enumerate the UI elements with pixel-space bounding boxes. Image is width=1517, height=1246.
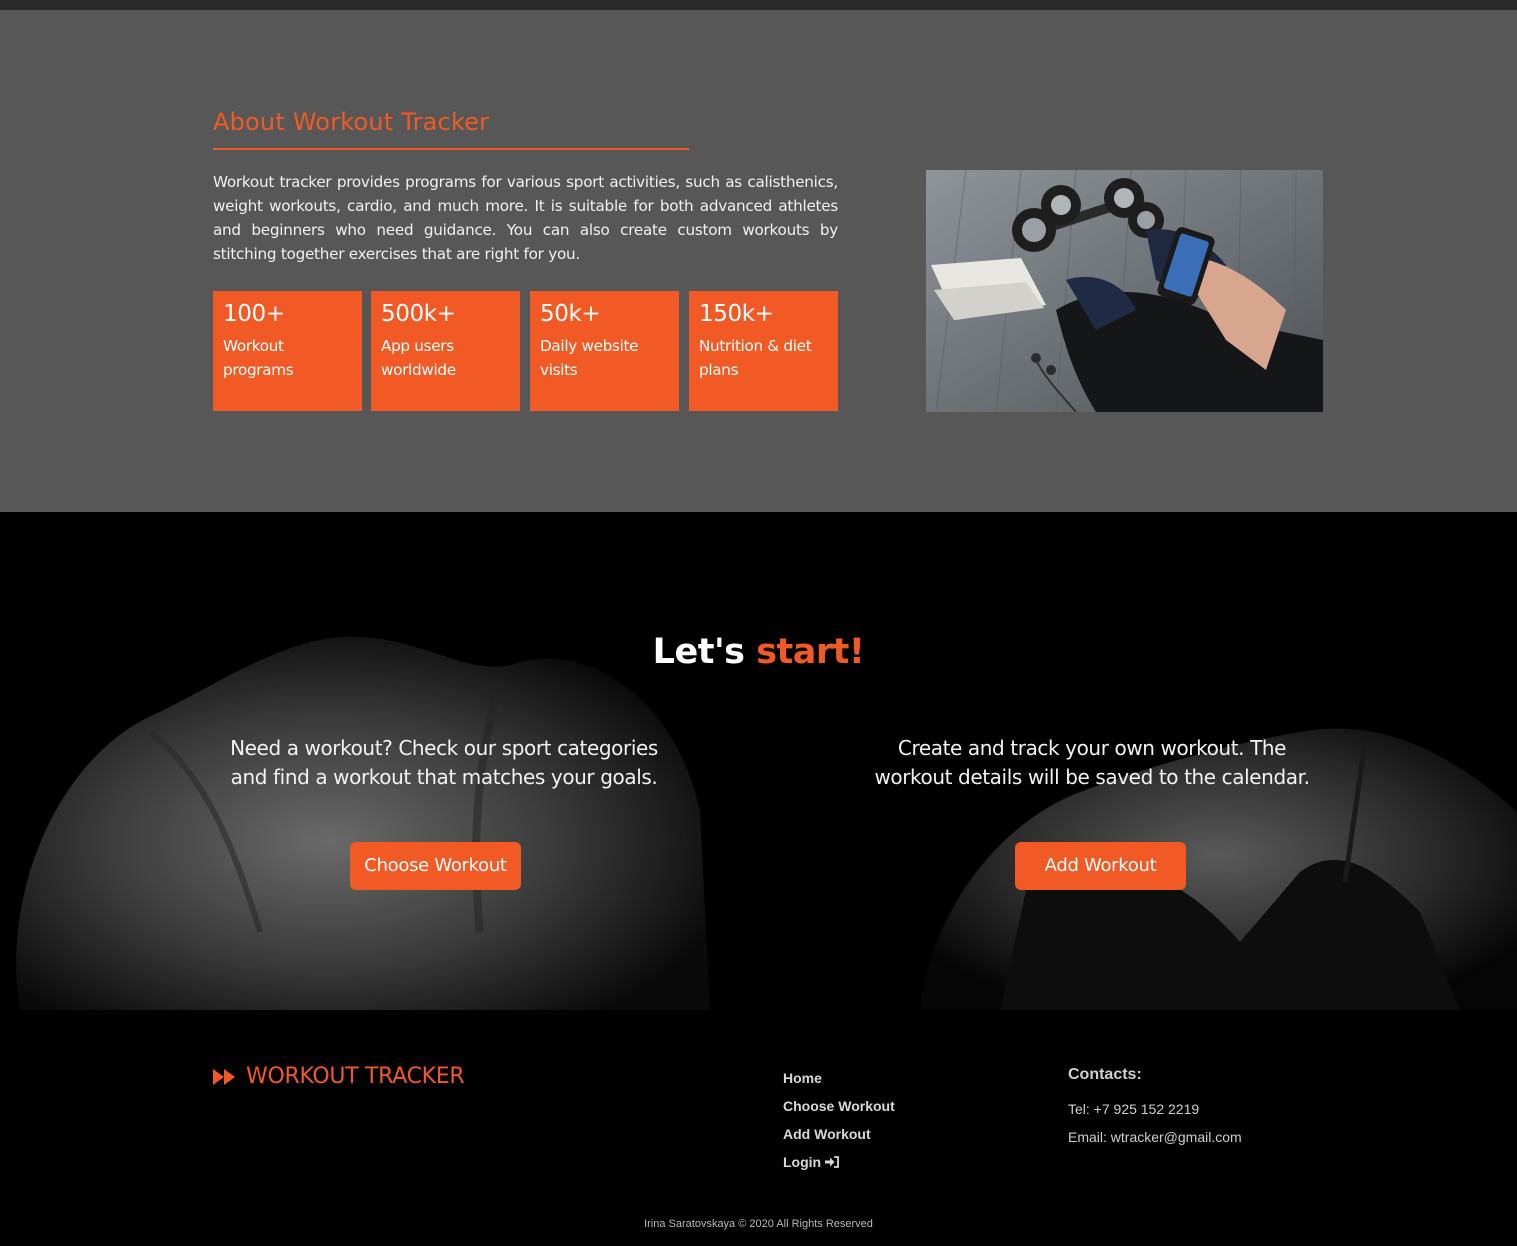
choose-workout-button[interactable]: Choose Workout	[350, 842, 521, 890]
stat-value: 50k+	[540, 301, 601, 327]
add-workout-description: Create and track your own workout. The w…	[874, 736, 1310, 789]
start-title-text: Let's	[652, 632, 757, 672]
start-section: Let's start! Need a workout? Check our s…	[0, 512, 1517, 1010]
about-description: Workout tracker provides programs for va…	[213, 173, 838, 263]
footer: WORKOUT TRACKER Home Choose Workout Add …	[0, 1010, 1517, 1246]
nav-label: Add Workout	[783, 1126, 871, 1142]
start-title: Let's start!	[0, 632, 1517, 672]
footer-nav-home[interactable]: Home	[783, 1064, 895, 1092]
footer-nav-add-workout[interactable]: Add Workout	[783, 1120, 895, 1148]
stat-value: 100+	[223, 301, 285, 327]
nav-label: Choose Workout	[783, 1098, 895, 1114]
stat-label: Daily website visits	[540, 337, 639, 379]
copyright: Irina Saratovskaya © 2020 All Rights Res…	[644, 1218, 873, 1230]
footer-nav-login[interactable]: Login	[783, 1148, 895, 1176]
stat-value: 500k+	[381, 301, 456, 327]
dumbbells-phone-photo-icon	[926, 170, 1323, 412]
sign-in-icon	[825, 1156, 840, 1168]
workout-photo	[926, 170, 1323, 412]
top-bar	[0, 0, 1517, 10]
footer-nav: Home Choose Workout Add Workout Login	[783, 1064, 895, 1176]
nav-label: Home	[783, 1070, 822, 1086]
nav-label: Login	[783, 1154, 822, 1170]
stat-card-users: 500k+ App users worldwide	[371, 291, 520, 411]
stat-card-visits: 50k+ Daily website visits	[530, 291, 679, 411]
add-workout-button[interactable]: Add Workout	[1015, 842, 1186, 890]
start-title-accent: start!	[756, 632, 865, 672]
fast-forward-icon	[213, 1068, 235, 1085]
contacts-title: Contacts:	[1068, 1066, 1142, 1083]
stat-card-nutrition: 150k+ Nutrition & diet plans	[689, 291, 838, 411]
choose-workout-description: Need a workout? Check our sport categori…	[230, 736, 658, 789]
stat-value: 150k+	[699, 301, 774, 327]
stat-card-programs: 100+ Workout programs	[213, 291, 362, 411]
footer-brand[interactable]: WORKOUT TRACKER	[213, 1064, 465, 1089]
stat-label: Nutrition & diet plans	[699, 337, 812, 379]
contact-phone: Tel: +7 925 152 2219	[1068, 1101, 1200, 1117]
about-title: About Workout Tracker	[213, 108, 490, 136]
footer-nav-choose-workout[interactable]: Choose Workout	[783, 1092, 895, 1120]
contact-email[interactable]: Email: wtracker@gmail.com	[1068, 1123, 1242, 1151]
brand-name: WORKOUT TRACKER	[246, 1064, 465, 1089]
footer-contacts: Contacts: Tel: +7 925 152 2219 Email: wt…	[1068, 1066, 1242, 1151]
stat-label: Workout programs	[223, 337, 294, 379]
title-underline	[213, 148, 689, 150]
stat-label: App users worldwide	[381, 337, 456, 379]
about-section: About Workout Tracker Workout tracker pr…	[0, 10, 1517, 512]
